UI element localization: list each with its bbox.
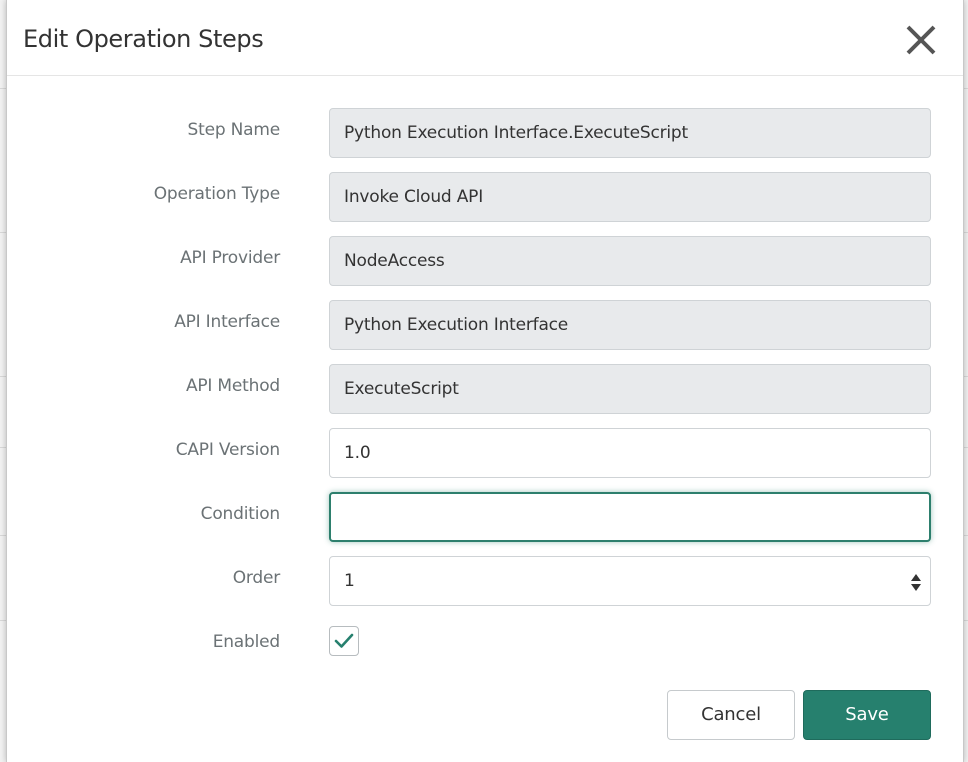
condition-input[interactable] (329, 492, 931, 542)
form-row-capi-version: CAPI Version 1.0 (7, 428, 963, 478)
order-value: 1 (344, 571, 355, 591)
dialog-title: Edit Operation Steps (23, 25, 264, 53)
close-icon (906, 25, 936, 55)
close-button[interactable] (903, 22, 939, 58)
order-label: Order (232, 568, 281, 588)
checkmark-icon (334, 633, 354, 648)
form-row-operation-type: Operation Type Invoke Cloud API (7, 172, 963, 222)
form-row-order: Order 1 (7, 556, 963, 606)
api-provider-label: API Provider (180, 248, 280, 268)
api-provider-field[interactable]: NodeAccess (329, 236, 931, 286)
api-interface-label: API Interface (174, 312, 280, 332)
form-row-step-name: Step Name Python Execution Interface.Exe… (7, 108, 963, 158)
api-method-field[interactable]: ExecuteScript (329, 364, 931, 414)
dialog-header: Edit Operation Steps (7, 0, 963, 76)
form-row-api-method: API Method ExecuteScript (7, 364, 963, 414)
capi-version-label: CAPI Version (175, 440, 280, 460)
enabled-checkbox[interactable] (329, 626, 359, 656)
api-interface-field[interactable]: Python Execution Interface (329, 300, 931, 350)
capi-version-input[interactable]: 1.0 (329, 428, 931, 478)
api-method-label: API Method (185, 376, 280, 396)
form-row-enabled: Enabled (7, 620, 963, 670)
form-row-api-interface: API Interface Python Execution Interface (7, 300, 963, 350)
step-name-field[interactable]: Python Execution Interface.ExecuteScript (329, 108, 931, 158)
cancel-button[interactable]: Cancel (667, 690, 795, 740)
form-row-condition: Condition (7, 492, 963, 542)
number-spinner-icon[interactable] (910, 571, 922, 593)
edit-operation-steps-dialog: Edit Operation Steps Step Name Python Ex… (6, 0, 964, 762)
save-button[interactable]: Save (803, 690, 931, 740)
enabled-label: Enabled (212, 632, 281, 652)
step-name-label: Step Name (187, 120, 281, 140)
form-row-api-provider: API Provider NodeAccess (7, 236, 963, 286)
condition-label: Condition (200, 504, 281, 524)
operation-type-label: Operation Type (153, 184, 280, 204)
order-number-input[interactable]: 1 (329, 556, 931, 606)
operation-type-field[interactable]: Invoke Cloud API (329, 172, 931, 222)
